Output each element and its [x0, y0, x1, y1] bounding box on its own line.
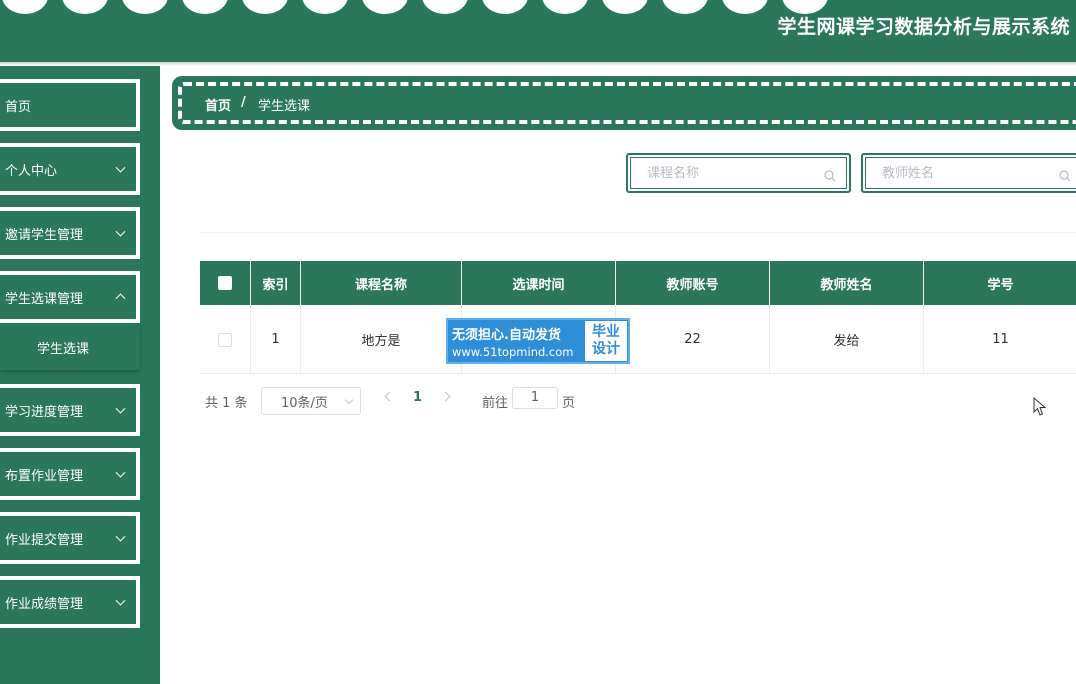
sidebar-item-personal-center[interactable]: 个人中心 — [0, 143, 140, 195]
sidebar-item-label: 邀请学生管理 — [5, 227, 84, 243]
header-scallop-decoration — [302, 0, 348, 14]
table-header: 索引 课程名称 选课时间 教师账号 教师姓名 学号 — [200, 261, 1076, 305]
column-header-teacher-account[interactable]: 教师账号 — [616, 261, 770, 305]
goto-page-input[interactable]: 1 — [512, 387, 558, 409]
sidebar-item-label: 个人中心 — [5, 163, 58, 179]
column-header-select-time[interactable]: 选课时间 — [462, 261, 616, 305]
sidebar-item-invite-students[interactable]: 邀请学生管理 — [0, 207, 140, 259]
header-scallop-decoration — [722, 0, 768, 14]
breadcrumb: 首页 / 学生选课 — [172, 76, 1076, 130]
chevron-down-icon — [115, 595, 126, 606]
header-scallop-decoration — [662, 0, 708, 14]
row-checkbox[interactable] — [218, 332, 232, 347]
sidebar-item-label: 学习进度管理 — [5, 404, 84, 420]
watermark-badge: 无须担心.自动发货 www.51topmind.com 毕业 设计 — [446, 318, 630, 364]
table-row[interactable]: 1 地方是 22 发给 11 — [200, 305, 1076, 374]
cell-teacher-account: 22 — [616, 305, 770, 374]
sidebar-item-homework-grades[interactable]: 作业成绩管理 — [0, 576, 140, 628]
chevron-down-icon — [115, 467, 126, 478]
sidebar-item-progress[interactable]: 学习进度管理 — [0, 384, 140, 436]
header-scallop-decoration — [242, 0, 288, 14]
header-scallop-decoration — [62, 0, 108, 14]
teacher-name-search-inner — [865, 157, 1076, 189]
breadcrumb-dashed-border — [178, 82, 1076, 124]
header-shadow — [0, 62, 1076, 66]
sidebar-item-label: 首页 — [5, 99, 32, 115]
header-scallop-decoration — [482, 0, 528, 14]
watermark-tag-top: 毕业 — [592, 324, 620, 340]
search-icon[interactable] — [824, 170, 836, 182]
search-icon[interactable] — [1059, 170, 1071, 182]
course-name-input[interactable] — [631, 158, 846, 188]
watermark-line1: 无须担心.自动发货 — [452, 327, 561, 343]
top-header: 学生网课学习数据分析与展示系统 — [0, 0, 1076, 62]
sidebar-item-course-selection[interactable]: 学生选课管理 — [0, 271, 140, 323]
sidebar-item-label: 学生选课管理 — [5, 291, 84, 307]
goto-label: 前往 — [482, 395, 509, 411]
sidebar-item-homework-submission[interactable]: 作业提交管理 — [0, 512, 140, 564]
column-header-student-no[interactable]: 学号 — [924, 261, 1076, 305]
watermark-tag: 毕业 设计 — [585, 321, 627, 361]
chevron-down-icon — [344, 395, 354, 405]
cell-student-no: 11 — [924, 305, 1076, 374]
select-all-cell — [200, 261, 251, 305]
page-number-1[interactable]: 1 — [413, 390, 422, 405]
sidebar-item-label: 作业成绩管理 — [5, 596, 84, 612]
cell-index: 1 — [251, 305, 301, 374]
chevron-up-icon — [115, 293, 126, 304]
column-header-course-name[interactable]: 课程名称 — [301, 261, 462, 305]
select-all-checkbox[interactable] — [218, 276, 232, 290]
chevron-down-icon — [115, 403, 126, 414]
header-scallop-decoration — [182, 0, 228, 14]
teacher-name-input[interactable] — [866, 158, 1076, 188]
header-scallop-decoration — [542, 0, 588, 14]
chevron-down-icon — [115, 531, 126, 542]
header-scallop-decoration — [602, 0, 648, 14]
page-size-select[interactable]: 10条/页 — [261, 387, 361, 415]
prev-page-icon[interactable] — [384, 391, 395, 402]
watermark-line2: www.51topmind.com — [452, 344, 574, 359]
teacher-name-search — [861, 153, 1076, 193]
row-checkbox-cell — [200, 305, 251, 374]
breadcrumb-home-link[interactable]: 首页 — [205, 95, 231, 114]
sidebar-subitem-student-course[interactable]: 学生选课 — [0, 324, 140, 370]
next-page-icon[interactable] — [440, 391, 451, 402]
sidebar-item-label: 布置作业管理 — [5, 468, 84, 484]
sidebar-item-home[interactable]: 首页 — [0, 79, 140, 131]
course-name-search — [626, 153, 851, 193]
header-scallop-decoration — [422, 0, 468, 14]
sidebar-subitem-label: 学生选课 — [37, 341, 90, 357]
watermark-tag-bottom: 设计 — [592, 341, 620, 357]
content-divider — [200, 232, 1076, 233]
breadcrumb-current: 学生选课 — [258, 99, 311, 114]
pagination-total: 共 1 条 — [205, 395, 248, 411]
header-scallop-decoration — [2, 0, 48, 14]
chevron-down-icon — [115, 162, 126, 173]
breadcrumb-separator: / — [241, 95, 246, 110]
header-scallop-decoration — [362, 0, 408, 14]
page-size-value: 10条/页 — [281, 395, 328, 411]
app-title: 学生网课学习数据分析与展示系统 — [777, 16, 1070, 38]
column-header-index[interactable]: 索引 — [251, 261, 301, 305]
course-name-search-inner — [630, 157, 847, 189]
sidebar-item-label: 作业提交管理 — [5, 532, 84, 548]
cell-course-name: 地方是 — [301, 305, 462, 374]
mouse-cursor-icon — [1033, 397, 1047, 416]
page-suffix: 页 — [562, 395, 576, 411]
column-header-teacher-name[interactable]: 教师姓名 — [770, 261, 924, 305]
chevron-down-icon — [115, 226, 126, 237]
header-scallop-decoration — [122, 0, 168, 14]
watermark-text: 无须担心.自动发货 www.51topmind.com — [448, 320, 584, 362]
sidebar-item-assign-homework[interactable]: 布置作业管理 — [0, 448, 140, 500]
cell-teacher-name: 发给 — [770, 305, 924, 374]
